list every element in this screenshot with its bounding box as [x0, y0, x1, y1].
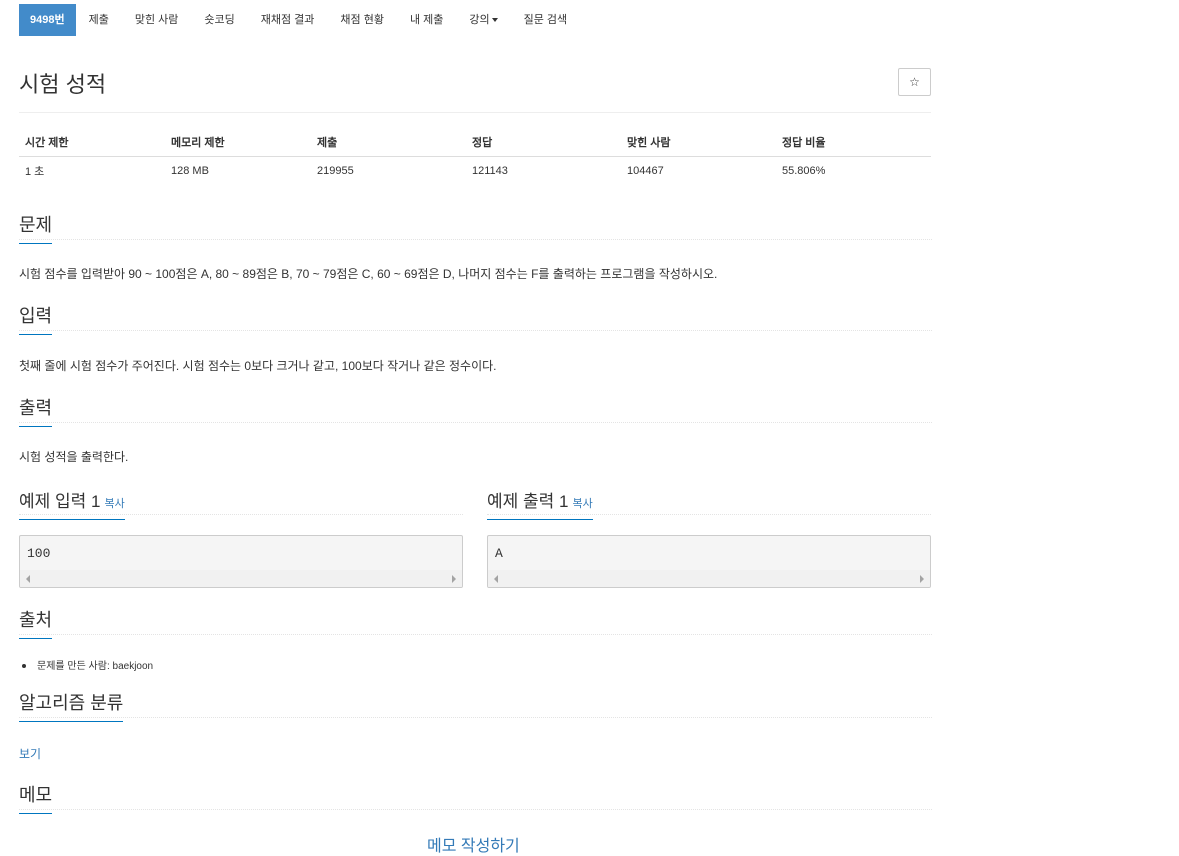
tab-lecture-dropdown[interactable]: 강의: [456, 4, 510, 36]
tab-my-submissions[interactable]: 내 제출: [397, 4, 456, 36]
star-icon: ☆: [909, 75, 920, 89]
header-accepted: 정답: [466, 128, 621, 157]
horizontal-scrollbar[interactable]: [20, 570, 462, 587]
write-memo-link[interactable]: 메모 작성하기: [427, 832, 520, 856]
table-row: 1 초 128 MB 219955 121143 104467 55.806%: [19, 156, 931, 186]
problem-info-table: 시간 제한 메모리 제한 제출 정답 맞힌 사람 정답 비율 1 초 128 M…: [19, 128, 931, 186]
section-input: 입력: [19, 302, 932, 335]
title-divider: [19, 112, 931, 113]
section-divider: [19, 514, 463, 515]
page-title: 시험 성적: [19, 72, 107, 97]
section-divider: [19, 809, 932, 810]
sample-output-box[interactable]: A: [487, 535, 931, 588]
scroll-left-icon[interactable]: [26, 575, 30, 583]
section-memo: 메모: [19, 781, 932, 814]
section-source: 출처: [19, 606, 932, 639]
sample-input-heading: 예제 입력 1 복사: [19, 487, 125, 520]
header-solved-users: 맞힌 사람: [621, 128, 776, 157]
section-divider: [19, 330, 932, 331]
sample-output-title: 예제 출력 1: [487, 492, 569, 511]
copy-sample-output-link[interactable]: 복사: [572, 498, 592, 510]
value-accept-ratio: 55.806%: [782, 165, 826, 178]
section-divider: [19, 239, 932, 240]
tab-short-coding[interactable]: 숏코딩: [191, 4, 247, 36]
algorithm-view-link[interactable]: 보기: [19, 745, 41, 762]
sample-output-heading: 예제 출력 1 복사: [487, 487, 593, 520]
tab-solved-users[interactable]: 맞힌 사람: [122, 4, 192, 36]
header-memory-limit: 메모리 제한: [165, 128, 311, 157]
scroll-right-icon[interactable]: [452, 575, 456, 583]
bullet-icon: [22, 664, 26, 669]
horizontal-scrollbar[interactable]: [488, 570, 930, 587]
sample-input-title: 예제 입력 1: [19, 492, 101, 511]
tab-submit[interactable]: 제출: [76, 4, 122, 36]
input-description: 첫째 줄에 시험 점수가 주어진다. 시험 점수는 0보다 크거나 같고, 10…: [19, 359, 497, 373]
header-time-limit: 시간 제한: [19, 128, 165, 157]
scroll-right-icon[interactable]: [920, 575, 924, 583]
problem-description: 시험 점수를 입력받아 90 ~ 100점은 A, 80 ~ 89점은 B, 7…: [19, 267, 718, 281]
star-button[interactable]: ☆: [898, 68, 931, 96]
header-submissions: 제출: [311, 128, 466, 157]
section-divider: [487, 514, 931, 515]
sample-input-text: 100: [27, 546, 51, 561]
tab-problem-number[interactable]: 9498번: [19, 4, 76, 36]
header-accept-ratio: 정답 비율: [776, 128, 931, 157]
value-memory-limit: 128 MB: [171, 165, 209, 178]
section-algorithm: 알고리즘 분류: [19, 689, 932, 722]
table-header-row: 시간 제한 메모리 제한 제출 정답 맞힌 사람 정답 비율: [19, 128, 931, 157]
value-submissions: 219955: [317, 165, 354, 178]
tab-rejudge[interactable]: 재채점 결과: [248, 4, 328, 36]
scroll-left-icon[interactable]: [494, 575, 498, 583]
section-divider: [19, 422, 932, 423]
section-problem: 문제: [19, 211, 932, 244]
sample-output-text: A: [495, 546, 503, 561]
list-item: 문제를 만든 사람: baekjoon: [22, 657, 154, 672]
section-divider: [19, 717, 932, 718]
value-solved-users: 104467: [627, 165, 664, 178]
value-accepted: 121143: [472, 165, 508, 178]
value-time-limit: 1 초: [25, 166, 45, 179]
output-description: 시험 성적을 출력한다.: [19, 450, 129, 464]
sample-input-box[interactable]: 100: [19, 535, 463, 588]
problem-nav-tabs: 9498번 제출 맞힌 사람 숏코딩 재채점 결과 채점 현황 내 제출 강의 …: [19, 4, 580, 36]
section-divider: [19, 634, 932, 635]
tab-judge-status[interactable]: 채점 현황: [327, 4, 397, 36]
tab-lecture-label: 강의: [469, 14, 490, 26]
copy-sample-input-link[interactable]: 복사: [104, 498, 124, 510]
tab-qna-search[interactable]: 질문 검색: [511, 4, 581, 36]
section-output: 출력: [19, 394, 932, 427]
source-author-label: 문제를 만든 사람:: [37, 661, 113, 672]
caret-down-icon: [491, 18, 498, 23]
source-author-link[interactable]: baekjoon: [113, 661, 154, 672]
